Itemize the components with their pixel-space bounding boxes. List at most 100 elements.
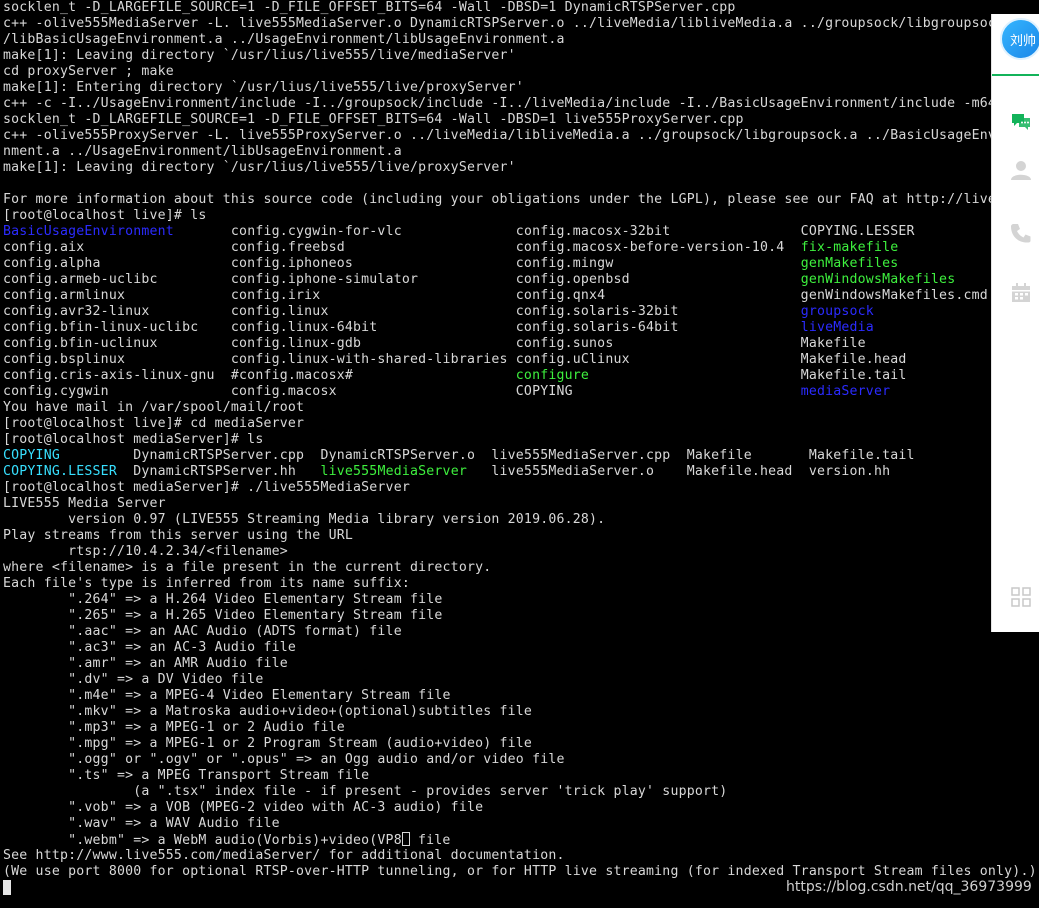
text-cursor (401, 832, 410, 846)
terminal-line: ".ts" => a MPEG Transport Stream file (3, 768, 1039, 784)
terminal-text: socklen_t -D_LARGEFILE_SOURCE=1 -D_FILE_… (3, 112, 744, 127)
side-panel-divider (992, 74, 1039, 76)
terminal-text: ".mpg" => a MPEG-1 or 2 Program Stream (… (3, 736, 533, 751)
terminal-text: ".amr" => an AMR Audio file (3, 656, 288, 671)
terminal-line: make[1]: Entering directory `/usr/lius/l… (3, 80, 1039, 96)
terminal-line: BasicUsageEnvironment config.cygwin-for-… (3, 224, 1039, 240)
terminal-output[interactable]: socklen_t -D_LARGEFILE_SOURCE=1 -D_FILE_… (3, 0, 1039, 908)
terminal-text: version 0.97 (LIVE555 Streaming Media li… (3, 512, 606, 527)
ls-entry-cyan: COPYING (3, 448, 60, 463)
terminal-line: /libBasicUsageEnvironment.a ../UsageEnvi… (3, 32, 1039, 48)
terminal-line: ".dv" => a DV Video file (3, 672, 1039, 688)
terminal-text: Each file's type is inferred from its na… (3, 576, 410, 591)
terminal-line: See http://www.live555.com/mediaServer/ … (3, 848, 1039, 864)
avatar[interactable]: 刘帅 (1000, 18, 1039, 60)
terminal-text: make[1]: Leaving directory `/usr/lius/li… (3, 48, 516, 63)
contact-icon[interactable] (1010, 159, 1032, 181)
terminal-text: ".dv" => a DV Video file (3, 672, 264, 687)
terminal-text: config.armlinux config.irix config.qnx4 … (3, 288, 988, 303)
terminal-text: [root@localhost mediaServer]# ls (3, 432, 264, 447)
side-panel: 刘帅 (991, 14, 1039, 632)
ls-entry-blue: BasicUsageEnvironment (3, 224, 174, 239)
terminal-line: cd proxyServer ; make (3, 64, 1039, 80)
terminal-text: See http://www.live555.com/mediaServer/ … (3, 848, 565, 863)
terminal-line: socklen_t -D_LARGEFILE_SOURCE=1 -D_FILE_… (3, 112, 1039, 128)
terminal-text: ".265" => a H.265 Video Elementary Strea… (3, 608, 443, 623)
apps-grid-icon[interactable] (1010, 586, 1032, 608)
calendar-icon[interactable] (1010, 282, 1032, 304)
terminal-text: ".m4e" => a MPEG-4 Video Elementary Stre… (3, 688, 451, 703)
terminal-text: c++ -olive555ProxyServer -L. live555Prox… (3, 128, 1039, 143)
terminal-line: ".m4e" => a MPEG-4 Video Elementary Stre… (3, 688, 1039, 704)
terminal-line: ".mpg" => a MPEG-1 or 2 Program Stream (… (3, 736, 1039, 752)
terminal-line: Each file's type is inferred from its na… (3, 576, 1039, 592)
terminal-line: rtsp://10.4.2.34/<filename> (3, 544, 1039, 560)
terminal-text: ".ts" => a MPEG Transport Stream file (3, 768, 370, 783)
terminal-line: [root@localhost live]# cd mediaServer (3, 416, 1039, 432)
terminal-text: config.bsplinux config.linux-with-shared… (3, 352, 907, 367)
terminal-line: socklen_t -D_LARGEFILE_SOURCE=1 -D_FILE_… (3, 0, 1039, 16)
terminal-line: COPYING.LESSER DynamicRTSPServer.hh live… (3, 464, 1039, 480)
ls-entry-blue: groupsock (800, 304, 874, 319)
terminal-text: ".aac" => an AAC Audio (ADTS format) fil… (3, 624, 402, 639)
terminal-line: config.alpha config.iphoneos config.ming… (3, 256, 1039, 272)
terminal-text: rtsp://10.4.2.34/<filename> (3, 544, 288, 559)
terminal-line: You have mail in /var/spool/mail/root (3, 400, 1039, 416)
ls-entry-green: genWindowsMakefiles (800, 272, 956, 287)
terminal-text: config.avr32-linux config.linux config.s… (3, 304, 801, 319)
terminal-line: ".amr" => an AMR Audio file (3, 656, 1039, 672)
terminal-line: ".vob" => a VOB (MPEG-2 video with AC-3 … (3, 800, 1039, 816)
terminal-text: config.bfin-linux-uclibc config.linux-64… (3, 320, 801, 335)
terminal-text: ".ac3" => an AC-3 Audio file (3, 640, 297, 655)
terminal-text: ".ogg" or ".ogv" or ".opus" => an Ogg au… (3, 752, 565, 767)
terminal-line: config.aix config.freebsd config.macosx-… (3, 240, 1039, 256)
terminal-line: ".mkv" => a Matroska audio+video+(option… (3, 704, 1039, 720)
terminal-line: Play streams from this server using the … (3, 528, 1039, 544)
watermark: https://blog.csdn.net/qq_36973999 (786, 879, 1032, 895)
terminal-line: COPYING DynamicRTSPServer.cpp DynamicRTS… (3, 448, 1039, 464)
terminal-line: config.bfin-linux-uclibc config.linux-64… (3, 320, 1039, 336)
terminal-text: c++ -olive555MediaServer -L. live555Medi… (3, 16, 1021, 31)
terminal-text: (We use port 8000 for optional RTSP-over… (3, 864, 1037, 879)
terminal-line: nment.a ../UsageEnvironment/libUsageEnvi… (3, 144, 1039, 160)
terminal-text: make[1]: Leaving directory `/usr/lius/li… (3, 160, 516, 175)
terminal-line: [root@localhost mediaServer]# ./live555M… (3, 480, 1039, 496)
ls-entry-green: live555MediaServer (320, 464, 467, 479)
terminal-text: [root@localhost live]# ls (3, 208, 207, 223)
terminal-line: make[1]: Leaving directory `/usr/lius/li… (3, 48, 1039, 64)
terminal-text: nment.a ../UsageEnvironment/libUsageEnvi… (3, 144, 402, 159)
terminal-text: cd proxyServer ; make (3, 64, 174, 79)
terminal-line: ".aac" => an AAC Audio (ADTS format) fil… (3, 624, 1039, 640)
terminal-line: version 0.97 (LIVE555 Streaming Media li… (3, 512, 1039, 528)
terminal-line: ".mp3" => a MPEG-1 or 2 Audio file (3, 720, 1039, 736)
terminal-text: You have mail in /var/spool/mail/root (3, 400, 305, 415)
terminal-line: ".webm" => a WebM audio(Vorbis)+video(VP… (3, 832, 1039, 848)
terminal-text: (a ".tsx" index file - if present - prov… (3, 784, 728, 799)
terminal-line: config.armlinux config.irix config.qnx4 … (3, 288, 1039, 304)
terminal-text: config.armeb-uclibc config.iphone-simula… (3, 272, 801, 287)
phone-icon[interactable] (1010, 222, 1032, 244)
terminal-text: ".mp3" => a MPEG-1 or 2 Audio file (3, 720, 345, 735)
terminal-line: c++ -c -I../UsageEnvironment/include -I.… (3, 96, 1039, 112)
terminal-text: socklen_t -D_LARGEFILE_SOURCE=1 -D_FILE_… (3, 0, 736, 15)
terminal-line: c++ -olive555ProxyServer -L. live555Prox… (3, 128, 1039, 144)
terminal-line: ".wav" => a WAV Audio file (3, 816, 1039, 832)
terminal-text: Play streams from this server using the … (3, 528, 354, 543)
terminal-line: [root@localhost live]# ls (3, 208, 1039, 224)
ls-entry-blue: mediaServer (800, 384, 891, 399)
terminal-text: config.aix config.freebsd config.macosx-… (3, 240, 801, 255)
chat-icon[interactable] (1010, 110, 1032, 132)
terminal-line: config.avr32-linux config.linux config.s… (3, 304, 1039, 320)
terminal-line: LIVE555 Media Server (3, 496, 1039, 512)
terminal-text: ".webm" => a WebM audio(Vorbis)+video(VP… (3, 833, 402, 848)
terminal-text: ".mkv" => a Matroska audio+video+(option… (3, 704, 533, 719)
terminal-text: LIVE555 Media Server (3, 496, 166, 511)
terminal-line: where <filename> is a file present in th… (3, 560, 1039, 576)
terminal-line: ".ac3" => an AC-3 Audio file (3, 640, 1039, 656)
terminal-text: config.cygwin-for-vlc config.macosx-32bi… (173, 224, 915, 239)
terminal-text: make[1]: Entering directory `/usr/lius/l… (3, 80, 524, 95)
terminal-text: config.alpha config.iphoneos config.ming… (3, 256, 801, 271)
terminal-text: config.bfin-uclinux config.linux-gdb con… (3, 336, 866, 351)
terminal-text: DynamicRTSPServer.hh (116, 464, 321, 479)
